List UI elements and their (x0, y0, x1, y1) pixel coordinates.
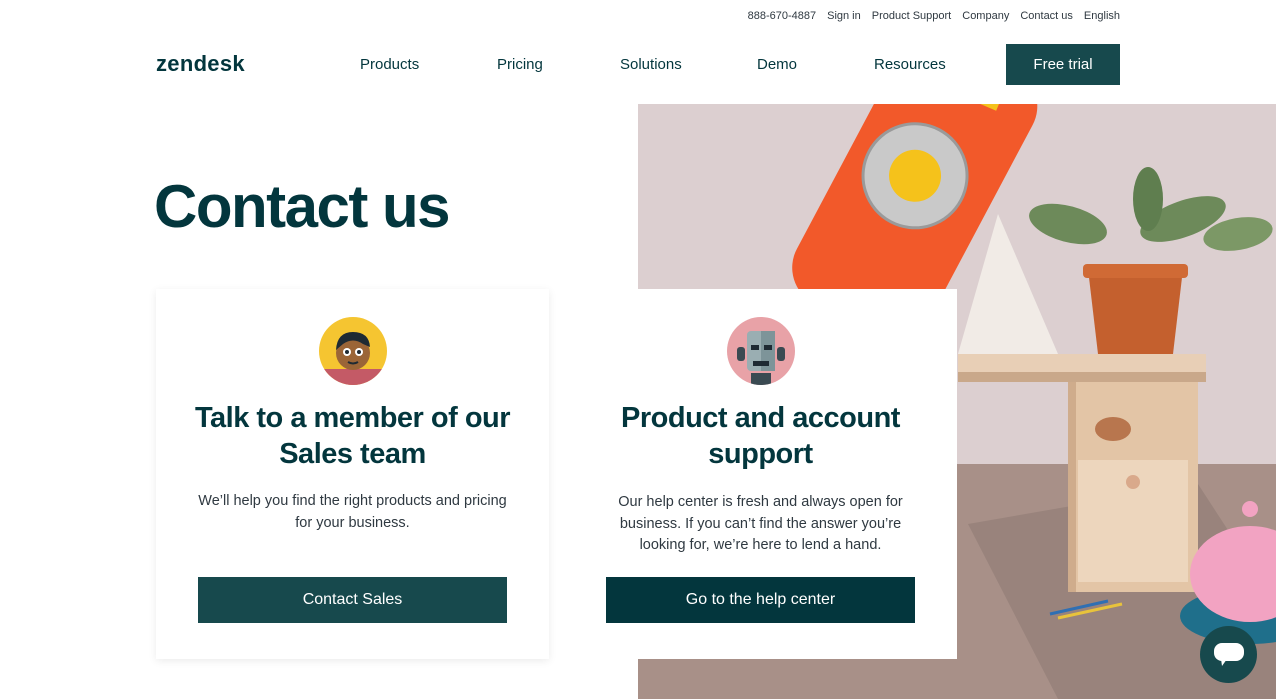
nav-solutions[interactable]: Solutions (620, 56, 682, 73)
sign-in-link[interactable]: Sign in (827, 10, 861, 22)
help-center-button[interactable]: Go to the help center (606, 577, 915, 623)
sales-title-line1: Talk to a member of our (194, 402, 511, 434)
support-robot-avatar-icon (726, 317, 795, 385)
chat-widget-button[interactable] (1200, 626, 1257, 683)
nav-products[interactable]: Products (360, 56, 419, 73)
support-title-line1: Product and account (621, 402, 900, 434)
support-desc-line1: Our help center is fresh and always open… (618, 494, 903, 510)
support-title-line2: support (708, 438, 813, 470)
support-card-description: Our help center is fresh and always open… (604, 492, 917, 557)
support-desc-line3: looking for, we’re here to lend a hand. (639, 537, 882, 553)
free-trial-button[interactable]: Free trial (1006, 44, 1120, 85)
sales-agent-avatar-icon (318, 317, 387, 385)
language-selector[interactable]: English (1084, 10, 1120, 22)
contact-us-link[interactable]: Contact us (1020, 10, 1073, 22)
nav-pricing[interactable]: Pricing (497, 56, 543, 73)
contact-sales-button[interactable]: Contact Sales (198, 577, 507, 623)
sales-card: Talk to a member of our Sales team We’ll… (156, 289, 549, 659)
sales-desc-line1: We’ll help you find the right products a… (198, 493, 507, 509)
sales-desc-line2: for your business. (295, 514, 410, 531)
nav-demo[interactable]: Demo (757, 56, 797, 73)
utility-bar: 888-670-4887 Sign in Product Support Com… (748, 0, 1120, 32)
sales-card-description: We’ll help you find the right products a… (196, 491, 509, 534)
support-card: Product and account support Our help cen… (564, 289, 957, 659)
support-desc-line2: business. If you can’t find the answer y… (619, 515, 902, 532)
chat-bubble-icon (1213, 642, 1244, 666)
nav-resources[interactable]: Resources (874, 56, 946, 73)
company-link[interactable]: Company (962, 10, 1009, 22)
support-card-title: Product and account support (584, 400, 937, 472)
page-title: Contact us (154, 173, 451, 240)
sales-card-title: Talk to a member of our Sales team (176, 400, 529, 472)
zendesk-logo[interactable]: zendesk (156, 51, 245, 77)
phone-link[interactable]: 888-670-4887 (748, 10, 817, 22)
sales-title-line2: Sales team (279, 438, 426, 470)
product-support-link[interactable]: Product Support (872, 10, 952, 22)
